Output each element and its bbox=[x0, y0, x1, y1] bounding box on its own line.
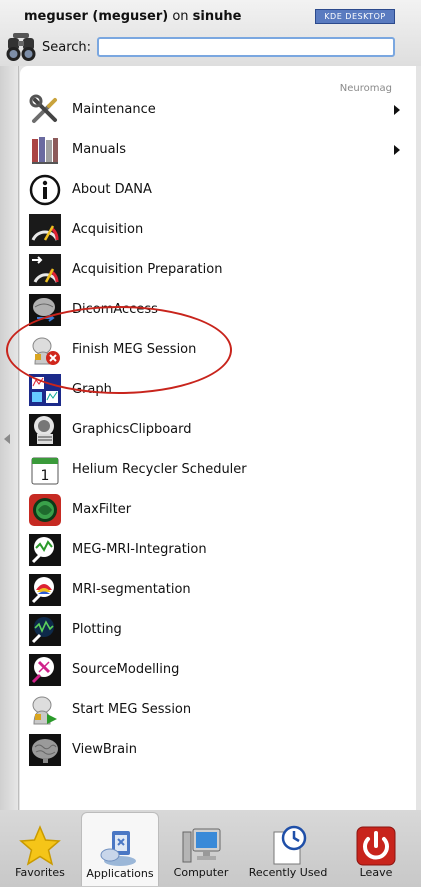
user-info: meguser (meguser) on sinuhe bbox=[24, 9, 241, 24]
menu-item-graphicsclipboard[interactable]: GraphicsClipboard bbox=[20, 410, 416, 450]
svg-text:1: 1 bbox=[41, 468, 50, 484]
menu-item-label: DicomAccess bbox=[72, 302, 158, 317]
power-icon bbox=[354, 824, 398, 868]
applications-icon bbox=[98, 825, 142, 869]
mri-segmentation-icon bbox=[29, 574, 61, 606]
submenu-arrow-icon bbox=[394, 145, 400, 155]
menu-item-acquisition[interactable]: Acquisition bbox=[20, 210, 416, 250]
finish-session-icon bbox=[29, 334, 61, 366]
menu-item-finish-meg-session[interactable]: Finish MEG Session bbox=[20, 330, 416, 370]
menu-item-graph[interactable]: Graph bbox=[20, 370, 416, 410]
calendar-icon: 1 bbox=[29, 454, 61, 486]
back-scroll-strip[interactable] bbox=[0, 66, 19, 810]
menu-item-start-meg-session[interactable]: Start MEG Session bbox=[20, 690, 416, 730]
menu-item-label: MEG-MRI-Integration bbox=[72, 542, 207, 557]
menu-item-label: Acquisition bbox=[72, 222, 144, 237]
menu-item-label: MRI-segmentation bbox=[72, 582, 191, 597]
tab-computer[interactable]: Computer bbox=[160, 812, 242, 885]
books-icon bbox=[29, 134, 61, 166]
menu-item-label: Plotting bbox=[72, 622, 122, 637]
menu-item-maxfilter[interactable]: MaxFilter bbox=[20, 490, 416, 530]
user-on-text: on bbox=[172, 9, 189, 24]
submenu-arrow-icon bbox=[394, 105, 400, 115]
menu-item-label: Helium Recycler Scheduler bbox=[72, 462, 247, 477]
tab-recently-used[interactable]: Recently Used bbox=[244, 812, 332, 885]
brain-icon bbox=[29, 734, 61, 766]
menu-item-label: Start MEG Session bbox=[72, 702, 192, 717]
menu-item-dicomaccess[interactable]: DicomAccess bbox=[20, 290, 416, 330]
source-modelling-icon bbox=[29, 654, 61, 686]
menu-item-label: Acquisition Preparation bbox=[72, 262, 223, 277]
menu-item-plotting[interactable]: Plotting bbox=[20, 610, 416, 650]
tab-label: Recently Used bbox=[248, 866, 328, 879]
host-name: sinuhe bbox=[192, 9, 242, 24]
tab-label: Favorites bbox=[15, 866, 65, 879]
plotting-icon bbox=[29, 614, 61, 646]
menu-item-label: SourceModelling bbox=[72, 662, 180, 677]
bottom-tab-bar: Favorites Applications Computer Recently… bbox=[0, 810, 421, 887]
application-list: Maintenance Manuals About DANA Acquisiti… bbox=[20, 90, 416, 770]
menu-item-manuals[interactable]: Manuals bbox=[20, 130, 416, 170]
applications-panel: Neuromag Maintenance Manuals About DANA … bbox=[20, 66, 416, 810]
menu-item-label: GraphicsClipboard bbox=[72, 422, 192, 437]
search-label: Search: bbox=[42, 40, 92, 55]
clock-document-icon bbox=[266, 824, 310, 868]
menu-item-label: Manuals bbox=[72, 142, 127, 157]
menu-item-mri-segmentation[interactable]: MRI-segmentation bbox=[20, 570, 416, 610]
gauge-prep-icon bbox=[29, 254, 61, 286]
tab-favorites[interactable]: Favorites bbox=[0, 812, 80, 885]
tab-applications[interactable]: Applications bbox=[81, 812, 159, 886]
menu-item-label: Graph bbox=[72, 382, 112, 397]
tab-leave[interactable]: Leave bbox=[336, 812, 416, 885]
search-input[interactable] bbox=[97, 37, 395, 57]
binoculars-icon bbox=[4, 30, 38, 62]
menu-item-meg-mri-integration[interactable]: MEG-MRI-Integration bbox=[20, 530, 416, 570]
menu-item-maintenance[interactable]: Maintenance bbox=[20, 90, 416, 130]
menu-item-label: MaxFilter bbox=[72, 502, 132, 517]
start-session-icon bbox=[29, 694, 61, 726]
menu-item-acquisition-preparation[interactable]: Acquisition Preparation bbox=[20, 250, 416, 290]
tab-label: Computer bbox=[173, 866, 229, 879]
tools-icon bbox=[29, 94, 61, 126]
menu-item-label: Maintenance bbox=[72, 102, 156, 117]
menu-header: meguser (meguser) on sinuhe KDE DESKTOP … bbox=[0, 0, 421, 66]
gauge-icon bbox=[29, 214, 61, 246]
menu-item-sourcemodelling[interactable]: SourceModelling bbox=[20, 650, 416, 690]
maxfilter-icon bbox=[29, 494, 61, 526]
star-icon bbox=[18, 824, 62, 868]
menu-item-viewbrain[interactable]: ViewBrain bbox=[20, 730, 416, 770]
computer-icon bbox=[179, 824, 223, 868]
graph-icon bbox=[29, 374, 61, 406]
menu-item-label: ViewBrain bbox=[72, 742, 137, 757]
kde-logo: KDE DESKTOP bbox=[315, 9, 395, 24]
tab-label: Leave bbox=[359, 866, 393, 879]
kickoff-menu: meguser (meguser) on sinuhe KDE DESKTOP … bbox=[0, 0, 421, 887]
graphics-clipboard-icon bbox=[29, 414, 61, 446]
menu-item-about-dana[interactable]: About DANA bbox=[20, 170, 416, 210]
meg-mri-icon bbox=[29, 534, 61, 566]
dicom-brain-icon bbox=[29, 294, 61, 326]
menu-item-label: About DANA bbox=[72, 182, 152, 197]
menu-item-helium-recycler-scheduler[interactable]: 1 Helium Recycler Scheduler bbox=[20, 450, 416, 490]
menu-item-label: Finish MEG Session bbox=[72, 342, 197, 357]
user-name: meguser (meguser) bbox=[24, 9, 169, 24]
left-arrow-icon[interactable] bbox=[4, 434, 10, 444]
tab-label: Applications bbox=[86, 867, 154, 880]
info-icon bbox=[29, 174, 61, 206]
